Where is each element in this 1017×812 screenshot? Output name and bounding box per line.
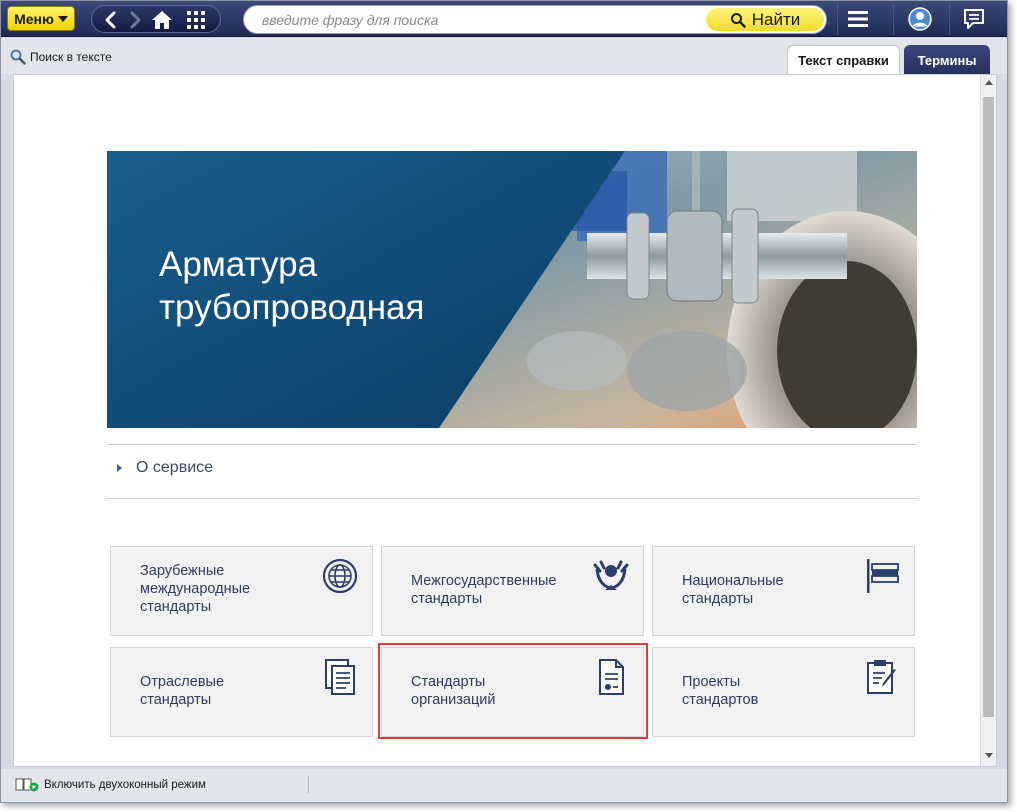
- status-divider: [308, 776, 309, 793]
- navigation-group: [91, 5, 221, 33]
- home-icon[interactable]: [150, 9, 174, 31]
- about-service-label: О сервисе: [136, 459, 214, 476]
- divider: [107, 444, 917, 445]
- search-icon: [10, 49, 26, 65]
- toolbar-divider: [893, 3, 894, 35]
- tile-label: Стандарты организаций: [411, 674, 496, 708]
- banner-title: Арматура трубопроводная: [159, 245, 425, 327]
- document-view: Арматура трубопроводная О сервисе Зарубе…: [13, 74, 997, 767]
- scroll-up-arrow-icon[interactable]: [985, 80, 993, 85]
- cis-emblem-icon: [593, 560, 629, 590]
- chevron-right-icon[interactable]: [124, 9, 148, 31]
- scroll-down-arrow-icon[interactable]: [985, 753, 993, 758]
- text-search-label: Поиск в тексте: [30, 50, 112, 64]
- about-service-link[interactable]: О сервисе: [117, 459, 213, 477]
- dual-window-icon: [15, 778, 39, 792]
- tile-label: Зарубежные международные стандарты: [140, 563, 251, 615]
- app-window: Меню Н: [0, 0, 1008, 803]
- menu-button[interactable]: Меню: [7, 6, 75, 31]
- expand-arrow-icon: [117, 464, 122, 472]
- tile-label: Межгосударственные стандарты: [411, 573, 557, 607]
- flag-icon: [867, 559, 899, 593]
- dual-window-mode-label: Включить двухоконный режим: [44, 779, 206, 791]
- text-search-button[interactable]: Поиск в тексте: [10, 49, 112, 65]
- tile-label: Проекты стандартов: [682, 674, 759, 708]
- top-toolbar: Меню Н: [1, 1, 1007, 37]
- search-box: Найти: [243, 5, 827, 34]
- globe-icon: [322, 558, 358, 594]
- find-button[interactable]: Найти: [706, 8, 824, 31]
- menu-button-label: Меню: [14, 10, 54, 27]
- chat-icon[interactable]: [959, 5, 989, 33]
- caret-down-icon: [57, 15, 68, 22]
- tile-industry-standards[interactable]: Отраслевые стандарты: [110, 647, 373, 737]
- divider: [107, 498, 917, 499]
- search-input[interactable]: [262, 10, 702, 30]
- grid-icon[interactable]: [184, 9, 208, 31]
- scroll-thumb[interactable]: [983, 97, 994, 717]
- documents-icon: [325, 659, 355, 695]
- chevron-left-icon[interactable]: [98, 9, 122, 31]
- tile-draft-standards[interactable]: Проекты стандартов: [652, 647, 915, 737]
- toolbar-divider: [949, 3, 950, 35]
- tile-label: Отраслевые стандарты: [140, 674, 225, 708]
- tile-organization-standards[interactable]: Стандарты организаций: [381, 647, 644, 737]
- tile-national-standards[interactable]: Национальные стандарты: [652, 546, 915, 636]
- find-button-label: Найти: [751, 9, 801, 29]
- tab-terms[interactable]: Термины: [904, 45, 990, 75]
- tab-help-text[interactable]: Текст справки: [787, 45, 900, 75]
- menu-icon[interactable]: [843, 5, 873, 33]
- hero-banner: Арматура трубопроводная: [107, 151, 917, 428]
- dual-window-mode-button[interactable]: Включить двухоконный режим: [15, 778, 206, 792]
- vertical-scrollbar[interactable]: [980, 75, 996, 766]
- secondary-bar: Поиск в тексте Текст справки Термины: [1, 38, 1007, 75]
- certificate-icon: [599, 659, 624, 695]
- user-icon[interactable]: [905, 5, 935, 33]
- toolbar-divider: [837, 3, 838, 35]
- tile-label: Национальные стандарты: [682, 573, 784, 607]
- tile-foreign-international-standards[interactable]: Зарубежные международные стандарты: [110, 546, 373, 636]
- search-icon: [730, 12, 746, 28]
- status-bar: Включить двухоконный режим: [1, 769, 1007, 802]
- clipboard-edit-icon: [867, 660, 896, 694]
- tile-interstate-standards[interactable]: Межгосударственные стандарты: [381, 546, 644, 636]
